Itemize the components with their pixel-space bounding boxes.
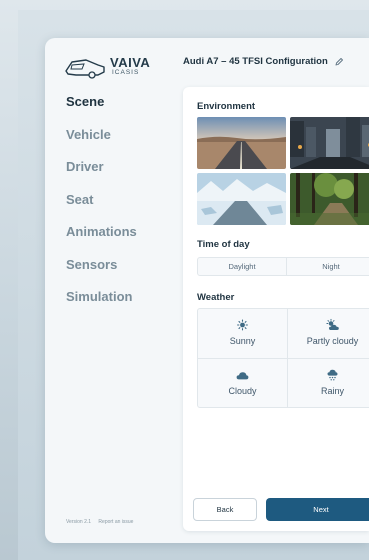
weather-option-sunny[interactable]: Sunny [198,309,287,358]
weather-label: Weather [197,292,235,303]
weather-label-rainy: Rainy [320,386,344,396]
weather-label-sunny: Sunny [229,336,256,346]
sidebar-item-driver[interactable]: Driver [66,159,137,192]
sidebar-footer: Version 2.1 Report an issue [66,519,139,525]
logo: VAIVA ICASIS [64,55,154,79]
weather-option-partly-cloudy[interactable]: Partly cloudy [288,309,369,358]
weather-label-partly-cloudy: Partly cloudy [306,336,359,346]
rain-icon [327,369,338,381]
environment-city-street[interactable] [290,117,369,169]
sidebar-item-vehicle[interactable]: Vehicle [66,127,137,160]
weather-option-rainy[interactable]: Rainy [288,359,369,408]
car-logo-icon [65,59,105,79]
city-street-image [290,117,369,169]
environment-desert-road[interactable] [197,117,286,169]
sidebar-nav: Scene Vehicle Driver Seat Animations Sen… [66,94,137,322]
sidebar-item-sensors[interactable]: Sensors [66,257,137,290]
scene-panel: Environment Time of day Daylight Night W… [183,87,369,531]
logo-brand: VAIVA [110,55,151,70]
back-button[interactable]: Back [193,498,257,521]
cloud-icon [236,372,249,380]
report-issue-link[interactable]: Report an issue [98,519,133,525]
forest-path-image [290,173,369,225]
weather-selector: Sunny Partly cloudy Cloudy Rainy [197,308,369,408]
time-option-night[interactable]: Night [287,258,369,275]
version-label: Version 2.1 [66,519,92,525]
sidebar-item-simulation[interactable]: Simulation [66,289,137,322]
sidebar-item-seat[interactable]: Seat [66,192,137,225]
weather-option-cloudy[interactable]: Cloudy [198,359,287,408]
partly-cloudy-icon [326,318,339,330]
next-button[interactable]: Next [266,498,369,521]
sidebar-item-animations[interactable]: Animations [66,224,137,257]
logo-subtitle: ICASIS [112,69,140,76]
time-of-day-label: Time of day [197,239,250,250]
environment-label: Environment [197,101,256,112]
environment-snowy-road[interactable] [197,173,286,225]
sidebar-item-scene[interactable]: Scene [66,94,137,127]
desert-road-image [197,117,286,169]
time-option-daylight[interactable]: Daylight [198,258,287,275]
weather-label-cloudy: Cloudy [228,386,257,396]
configuration-title-row: Audi A7 – 45 TFSI Configuration [183,56,344,67]
time-of-day-selector: Daylight Night [197,257,369,276]
page-title: Audi A7 – 45 TFSI Configuration [183,56,328,67]
sun-icon [237,319,248,331]
pencil-icon[interactable] [334,57,344,67]
snowy-road-image [197,173,286,225]
environment-forest-path[interactable] [290,173,369,225]
